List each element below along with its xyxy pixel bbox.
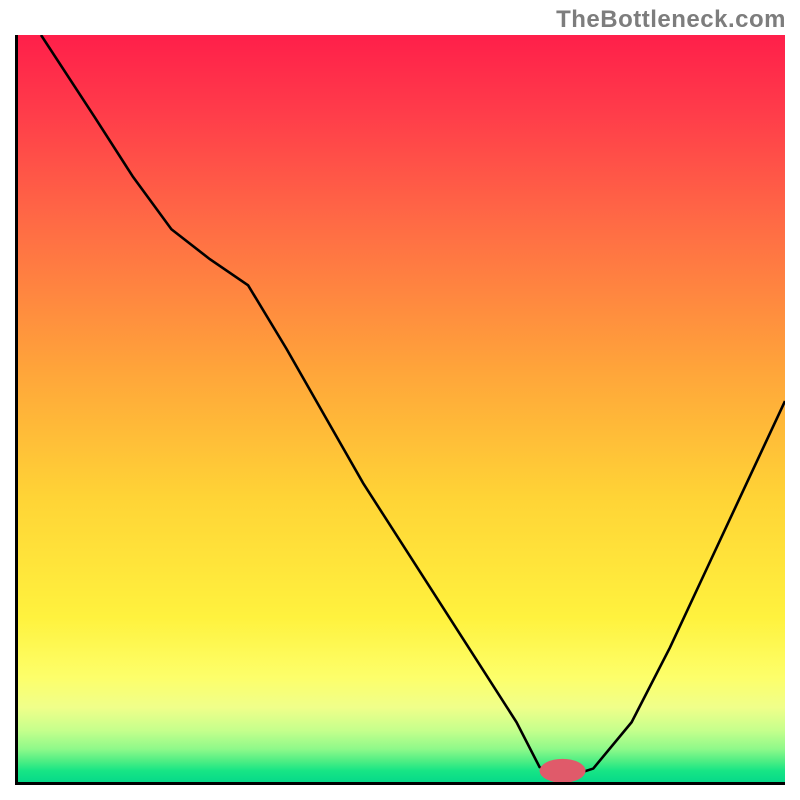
gradient-background bbox=[18, 35, 785, 782]
marker-point bbox=[540, 759, 586, 782]
watermark-text: TheBottleneck.com bbox=[556, 6, 786, 34]
chart-svg bbox=[18, 35, 785, 782]
chart-frame: TheBottleneck.com bbox=[0, 0, 800, 800]
plot-area bbox=[15, 35, 785, 785]
